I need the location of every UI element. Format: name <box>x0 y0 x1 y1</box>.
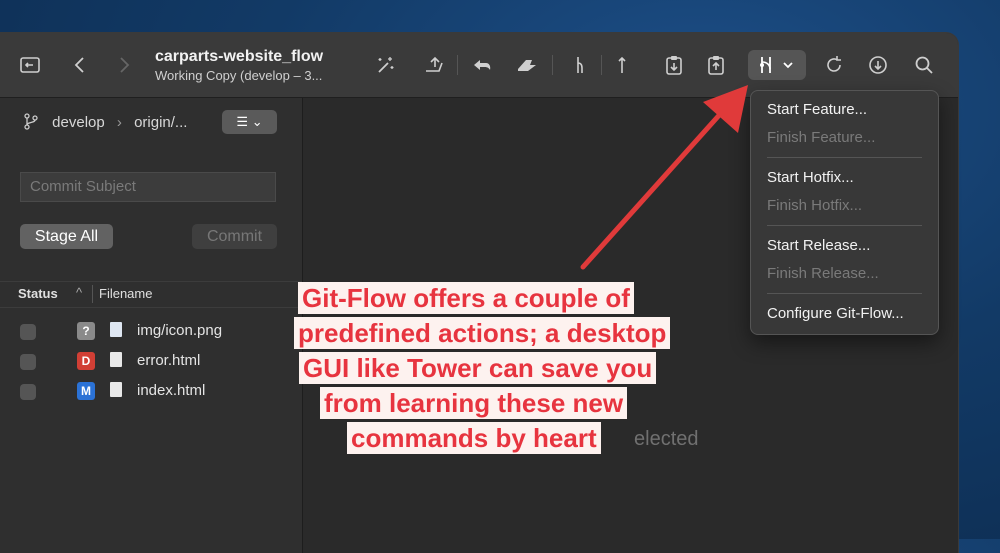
callout-line: predefined actions; a desktop <box>294 317 671 349</box>
callout-line: from learning these new <box>320 387 628 419</box>
callout-arrow <box>580 85 748 270</box>
callout-line: Git-Flow offers a couple of <box>298 282 634 314</box>
callout-line: commands by heart <box>347 422 601 454</box>
callout-line: GUI like Tower can save you <box>299 352 657 384</box>
